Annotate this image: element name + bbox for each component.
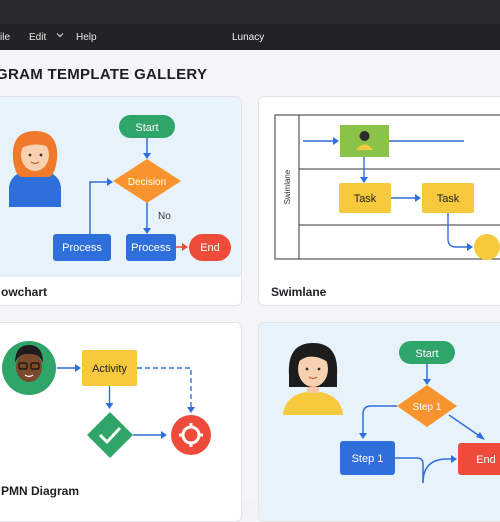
card-label-flowchart: owchart: [1, 285, 48, 299]
chevron-down-icon[interactable]: [56, 31, 64, 39]
decision-label: Decision: [128, 177, 166, 188]
menu-edit[interactable]: Edit: [29, 32, 46, 43]
card-label-bpmn: PMN Diagram: [1, 484, 80, 498]
swimlane-thumbnail: Swimlane Task Task: [259, 97, 500, 277]
template-card-flowchart[interactable]: Start Decision No Process Process End ow…: [0, 96, 242, 306]
flowchart-start-node: Start: [119, 115, 175, 138]
template-card-steps[interactable]: Start Step 1 Step 1 End: [258, 322, 500, 522]
flowchart-process-node-2: Process: [126, 234, 176, 261]
steps-thumbnail: Start Step 1 Step 1 End: [259, 323, 500, 521]
avatar: [2, 341, 56, 395]
flowchart-process-node: Process: [53, 234, 111, 261]
swimlane-lane-label: Swimlane: [283, 169, 292, 204]
flowchart-thumbnail: Start Decision No Process Process End: [0, 97, 241, 277]
window-top-strip: [0, 0, 500, 24]
task-label: Task: [354, 193, 377, 205]
gear-icon: [171, 415, 211, 455]
menu-help[interactable]: Help: [76, 32, 97, 43]
task-label-2: Task: [437, 193, 460, 205]
menu-file[interactable]: ile: [0, 32, 10, 43]
process-label: Process: [62, 242, 102, 254]
bpmn-thumbnail: Activity: [0, 323, 241, 473]
swimlane-end-event: [474, 234, 500, 260]
bpmn-activity-node: Activity: [82, 350, 137, 386]
menu-bar: ile Edit Help Lunacy: [0, 24, 500, 50]
card-label-swimlane: Swimlane: [271, 285, 327, 299]
process-label-2: Process: [131, 242, 171, 254]
steps-decision-label: Step 1: [413, 402, 442, 413]
swimlane-task-node: Task: [339, 183, 391, 213]
avatar: [9, 131, 61, 207]
steps-start-label: Start: [415, 348, 438, 360]
step-label: Step 1: [352, 453, 384, 465]
app-title: Lunacy: [232, 32, 265, 43]
user-task-node: [340, 125, 389, 157]
swimlane-task-node-2: Task: [422, 183, 474, 213]
no-label: No: [158, 211, 171, 222]
steps-start-node: Start: [399, 341, 455, 364]
steps-end-node: End: [458, 443, 500, 475]
page-title: GRAM TEMPLATE GALLERY: [0, 66, 208, 83]
end-label: End: [200, 242, 220, 254]
activity-label: Activity: [92, 363, 127, 375]
template-card-swimlane[interactable]: Swimlane Task Task Swimlane: [258, 96, 500, 306]
template-card-bpmn[interactable]: Activity PMN Diagram: [0, 322, 242, 522]
steps-process-node: Step 1: [340, 441, 395, 475]
steps-end-label: End: [476, 454, 496, 466]
start-label: Start: [135, 122, 158, 134]
flowchart-end-node: End: [189, 234, 231, 261]
